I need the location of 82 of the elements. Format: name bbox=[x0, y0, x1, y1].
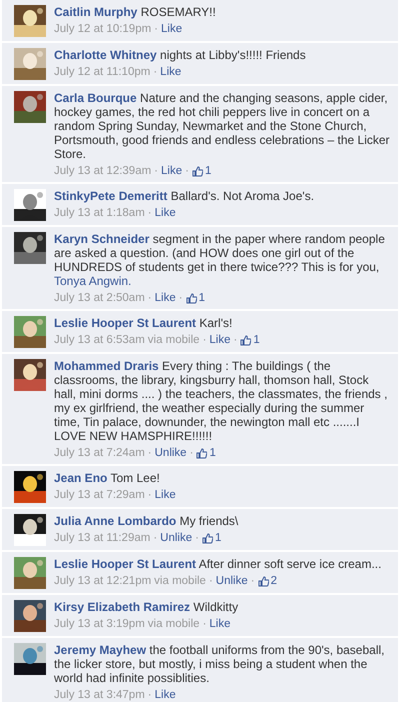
timestamp: July 13 at 7:24am bbox=[54, 446, 145, 460]
comment-text: Caitlin Murphy ROSEMARY!! bbox=[54, 5, 217, 19]
comment-text: Karyn Schneider segment in the paper where random people are asked a question. (and HOW does one girl out of the HUNDREDS of students get in there twice??? This is for you, Tonya Angwin. bbox=[54, 232, 386, 288]
separator-dot: · bbox=[148, 446, 152, 460]
like-count[interactable]: 1 bbox=[202, 531, 222, 545]
timestamp: July 13 at 11:29am bbox=[54, 531, 150, 545]
thumbs-up-icon bbox=[258, 576, 269, 586]
author-link[interactable]: Karyn Schneider bbox=[54, 232, 150, 246]
separator-dot: · bbox=[153, 531, 158, 545]
via-label: via mobile bbox=[148, 333, 200, 347]
timestamp: July 13 at 3:47pm bbox=[54, 688, 145, 702]
timestamp: July 13 at 12:39am bbox=[54, 164, 152, 178]
like-link[interactable]: Like bbox=[161, 164, 182, 178]
thumbs-up-icon bbox=[240, 334, 252, 346]
like-link[interactable]: Like bbox=[154, 488, 176, 502]
like-link[interactable]: Like bbox=[154, 291, 176, 305]
comment-text: Mohammed Draris Every thing : The buildings ( the classrooms, the library, kingsburry hall, thomson hall, Stock hall, mini dorms .... ) the teachers, the classmates, the friends , my ex girlfriend, the weather especially during the summer time, Tin palace, downunder, the newington mall etc .......I LOVE NEW HAMSPHIRE!!!!!! bbox=[54, 359, 388, 443]
timestamp: July 12 at 11:10pm bbox=[54, 65, 150, 79]
author-link[interactable]: Caitlin Murphy bbox=[54, 5, 138, 19]
separator-dot: · bbox=[154, 164, 158, 178]
like-link[interactable]: Unlike bbox=[216, 574, 248, 588]
author-link[interactable]: Jean Eno bbox=[54, 471, 108, 485]
mention-link[interactable]: Tonya Angwin. bbox=[54, 274, 132, 288]
separator-dot: · bbox=[148, 488, 152, 502]
author-link[interactable]: Julia Anne Lombardo bbox=[54, 514, 176, 528]
comment-text: Jean Eno Tom Lee! bbox=[54, 471, 161, 485]
author-link[interactable]: Leslie Hooper St Laurent bbox=[54, 316, 196, 330]
via-label: via mobile bbox=[148, 617, 200, 631]
separator-dot: · bbox=[234, 333, 238, 347]
like-link[interactable]: Unlike bbox=[160, 531, 192, 545]
separator-dot: · bbox=[148, 206, 152, 220]
separator-dot: · bbox=[185, 164, 189, 178]
like-count[interactable]: 1 bbox=[186, 291, 205, 305]
separator-dot: · bbox=[202, 617, 206, 631]
comment-text: StinkyPete Demeritt Ballard's. Not Aroma Joe's. bbox=[54, 189, 316, 203]
like-link[interactable]: Unlike bbox=[154, 446, 187, 460]
like-link[interactable]: Like bbox=[154, 206, 176, 220]
separator-dot: · bbox=[178, 291, 183, 305]
separator-dot: · bbox=[153, 65, 158, 79]
like-link[interactable]: Like bbox=[160, 65, 182, 79]
like-count[interactable]: 2 bbox=[258, 574, 278, 588]
like-count[interactable]: 1 bbox=[196, 446, 216, 460]
like-link[interactable]: Like bbox=[209, 333, 231, 347]
like-count[interactable]: 1 bbox=[192, 164, 212, 178]
like-link[interactable]: Like bbox=[161, 22, 182, 36]
comment-text: Jeremy Mayhew the football uniforms from the 90's, baseball, the licker store, but mostly, i miss being a student when the world had infinite possiblities. bbox=[54, 643, 386, 685]
separator-dot: · bbox=[148, 291, 152, 305]
separator-dot: · bbox=[195, 531, 199, 545]
via-label: via mobile bbox=[154, 574, 206, 588]
separator-dot: · bbox=[202, 333, 206, 347]
comment-text: Carla Bourque Nature and the changing seasons, apple cider, hockey games, the red hot chili peppers live in concert on a random Spring Sunday, Newmarket and the Stone Church, Portsmouth, good friends and endless celebrations – the Licker Store. bbox=[54, 91, 390, 161]
separator-dot: · bbox=[208, 574, 213, 588]
author-link[interactable]: Kirsy Elizabeth Ramirez bbox=[54, 600, 190, 614]
timestamp: July 13 at 12:21pm bbox=[54, 574, 152, 588]
thumbs-up-icon bbox=[202, 532, 213, 544]
separator-dot: · bbox=[250, 574, 255, 588]
author-link[interactable]: Leslie Hooper St Laurent bbox=[54, 557, 196, 571]
author-link[interactable]: StinkyPete Demeritt bbox=[54, 189, 168, 203]
author-link[interactable]: Charlotte Whitney bbox=[54, 48, 157, 62]
author-link[interactable]: Mohammed Draris bbox=[54, 359, 159, 373]
like-link[interactable]: Like bbox=[209, 617, 231, 631]
timestamp: July 13 at 6:53am bbox=[54, 333, 145, 347]
timestamp: July 13 at 3:19pm bbox=[54, 617, 145, 631]
comment-text: Charlotte Whitney nights at Libby's!!!!! Friends bbox=[54, 48, 307, 62]
like-link[interactable]: Like bbox=[154, 688, 176, 702]
thumbs-up-icon bbox=[196, 448, 208, 458]
separator-dot: · bbox=[154, 22, 158, 36]
timestamp: July 13 at 7:29am bbox=[54, 488, 145, 502]
like-count[interactable]: 1 bbox=[240, 333, 260, 347]
timestamp: July 13 at 2:50am bbox=[54, 291, 145, 305]
author-link[interactable]: Carla Bourque bbox=[54, 91, 137, 105]
comment-text: Julia Anne Lombardo My friends\ bbox=[54, 514, 240, 528]
comment-text: Leslie Hooper St Laurent Karl's! bbox=[54, 316, 234, 330]
comment-text: Leslie Hooper St Laurent After dinner soft serve ice cream... bbox=[54, 557, 382, 571]
timestamp: July 12 at 10:19pm bbox=[54, 22, 152, 36]
author-link[interactable]: Jeremy Mayhew bbox=[54, 643, 146, 657]
separator-dot: · bbox=[190, 446, 194, 460]
thumbs-up-icon bbox=[192, 166, 203, 176]
separator-dot: · bbox=[148, 688, 152, 702]
timestamp: July 13 at 1:18am bbox=[54, 206, 145, 220]
thumbs-up-icon bbox=[186, 292, 197, 304]
comment-text: Kirsy Elizabeth Ramirez Wildkitty bbox=[54, 600, 240, 614]
